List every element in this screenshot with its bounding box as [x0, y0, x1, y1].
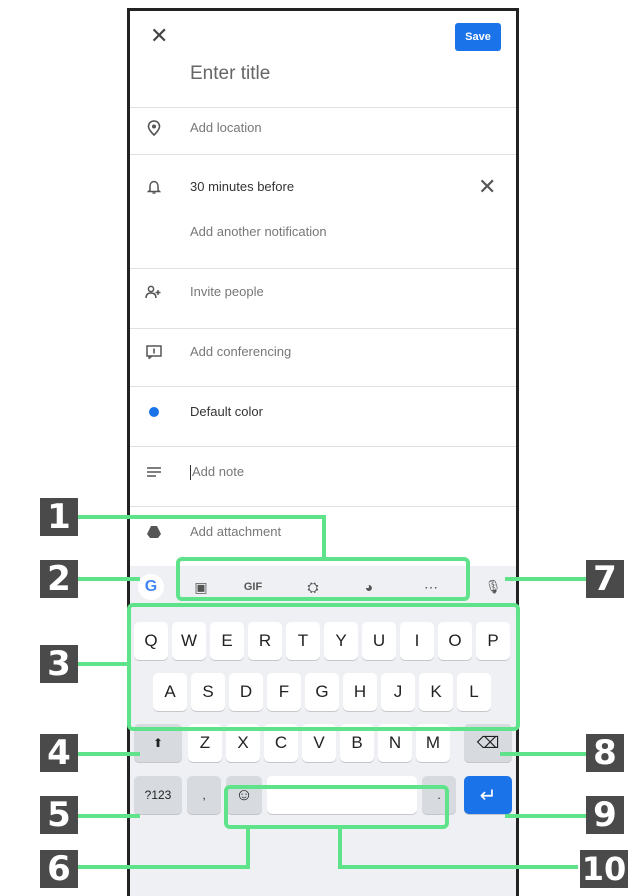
phone-frame: ✕ Save Enter title Add location 30 minut…	[127, 8, 519, 896]
note-row[interactable]: Add note	[130, 453, 516, 493]
add-location-row[interactable]: Add location	[130, 109, 516, 149]
callout-badge-8: 8	[586, 733, 624, 773]
attachment-label: Add attachment	[190, 524, 282, 539]
comma-key[interactable]: ,	[187, 776, 221, 814]
notification-label: 30 minutes before	[190, 179, 295, 194]
event-editor: ✕ Save Enter title Add location 30 minut…	[130, 11, 516, 566]
color-label: Default color	[190, 404, 263, 419]
space-highlight	[224, 785, 449, 829]
symbols-key[interactable]: ?123	[134, 776, 182, 814]
callout-badge-3: 3	[40, 644, 78, 684]
callout-line-2	[76, 577, 140, 581]
enter-key[interactable]: ↵	[464, 776, 512, 814]
color-row[interactable]: Default color	[130, 393, 516, 433]
divider	[130, 506, 516, 507]
notes-icon	[144, 462, 164, 482]
toolbar-highlight	[176, 557, 470, 601]
callout-badge-9: 9	[586, 795, 624, 835]
callout-badge-1: 1	[40, 497, 78, 537]
callout-line-3	[76, 662, 129, 666]
bell-icon	[144, 177, 164, 197]
note-label[interactable]: Add note	[190, 464, 244, 481]
callout-badge-4: 4	[40, 733, 78, 773]
notification-row[interactable]: 30 minutes before ✕	[130, 168, 516, 208]
add-notification-label: Add another notification	[190, 224, 327, 239]
callout-line-6	[246, 829, 250, 869]
title-input[interactable]: Enter title	[190, 63, 270, 85]
mic-icon[interactable]: 🎙	[482, 576, 504, 598]
callout-line-1	[322, 515, 326, 559]
callout-badge-7: 7	[586, 559, 624, 599]
divider	[130, 328, 516, 329]
callout-line-9	[505, 814, 587, 818]
callout-badge-5: 5	[40, 795, 78, 835]
save-button[interactable]: Save	[455, 23, 501, 51]
callout-line-10	[338, 865, 578, 869]
remove-notification-icon[interactable]: ✕	[478, 174, 496, 200]
add-location-label: Add location	[190, 120, 262, 135]
conferencing-icon	[144, 342, 164, 362]
drive-icon	[144, 522, 164, 542]
color-dot-icon	[144, 402, 164, 422]
callout-line-4	[76, 752, 140, 756]
callout-line-5	[76, 814, 140, 818]
callout-line-7	[505, 577, 587, 581]
callout-line-1	[77, 515, 326, 519]
invite-people-label: Invite people	[190, 284, 264, 299]
divider	[130, 268, 516, 269]
keys-highlight	[127, 603, 520, 731]
google-logo-icon[interactable]: G	[138, 574, 164, 600]
conferencing-label: Add conferencing	[190, 344, 292, 359]
divider	[130, 107, 516, 108]
location-pin-icon	[144, 118, 164, 138]
close-icon[interactable]: ✕	[150, 25, 168, 47]
callout-badge-6: 6	[40, 849, 78, 889]
callout-badge-2: 2	[40, 559, 78, 599]
add-notification-row[interactable]: Add another notification	[130, 213, 516, 253]
divider	[130, 386, 516, 387]
callout-line-8	[500, 752, 587, 756]
callout-badge-10: 10	[580, 850, 628, 888]
callout-line-10	[338, 829, 342, 869]
conferencing-row[interactable]: Add conferencing	[130, 333, 516, 373]
divider	[130, 154, 516, 155]
divider	[130, 446, 516, 447]
callout-line-6	[76, 865, 250, 869]
invite-people-row[interactable]: Invite people	[130, 273, 516, 313]
people-icon	[144, 282, 164, 302]
